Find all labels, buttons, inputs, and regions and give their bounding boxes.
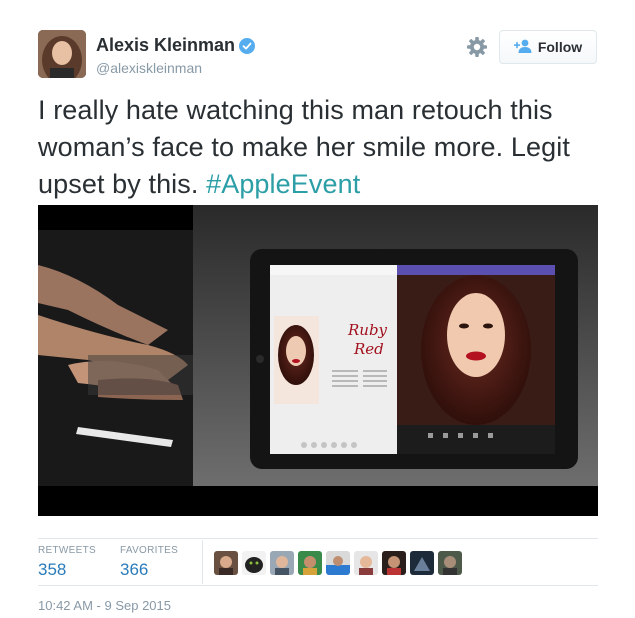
tweet-timestamp[interactable]: 10:42 AM - 9 Sep 2015: [38, 598, 171, 613]
verified-badge-icon: [239, 37, 256, 54]
svg-text:Red: Red: [353, 340, 384, 358]
favoriter-avatar[interactable]: [298, 551, 322, 575]
tweet-media[interactable]: Ruby Red: [38, 205, 598, 516]
favoriter-avatar[interactable]: [410, 551, 434, 575]
favoriters-avatars: [214, 551, 462, 575]
retweets-count: 358: [38, 560, 67, 579]
follow-button[interactable]: Follow: [499, 30, 597, 64]
favorites-label: FAVORITES: [120, 545, 179, 556]
hashtag-link[interactable]: #AppleEvent: [206, 169, 360, 199]
tweet-text: I really hate watching this man retouch …: [38, 92, 608, 203]
favoriter-avatar[interactable]: [270, 551, 294, 575]
user-info: Alexis Kleinman @alexiskleinman: [96, 35, 256, 76]
favoriter-avatar[interactable]: [326, 551, 350, 575]
stats-top-divider: [38, 538, 598, 539]
favorites-count: 366: [120, 560, 149, 579]
avatar[interactable]: [38, 30, 86, 78]
favoriter-avatar[interactable]: [214, 551, 238, 575]
media-image: Ruby Red: [38, 205, 598, 516]
favorites-stat[interactable]: FAVORITES 366: [120, 545, 178, 580]
user-handle[interactable]: @alexiskleinman: [96, 60, 255, 76]
ruby-red-title-text: Ruby: [347, 321, 388, 339]
gear-icon[interactable]: [466, 36, 488, 58]
favoriter-avatar[interactable]: [354, 551, 378, 575]
stats-bottom-divider: [38, 585, 598, 586]
favoriter-avatar[interactable]: [438, 551, 462, 575]
retweets-stat[interactable]: RETWEETS 358: [38, 545, 96, 580]
stats-separator: [202, 540, 203, 584]
follow-label: Follow: [537, 39, 583, 55]
user-full-name[interactable]: Alexis Kleinman: [96, 35, 235, 56]
avatar-image: [38, 30, 86, 78]
favoriter-avatar[interactable]: [242, 551, 266, 575]
favoriter-avatar[interactable]: [382, 551, 406, 575]
retweets-label: RETWEETS: [38, 545, 96, 556]
add-person-icon: [513, 39, 532, 56]
